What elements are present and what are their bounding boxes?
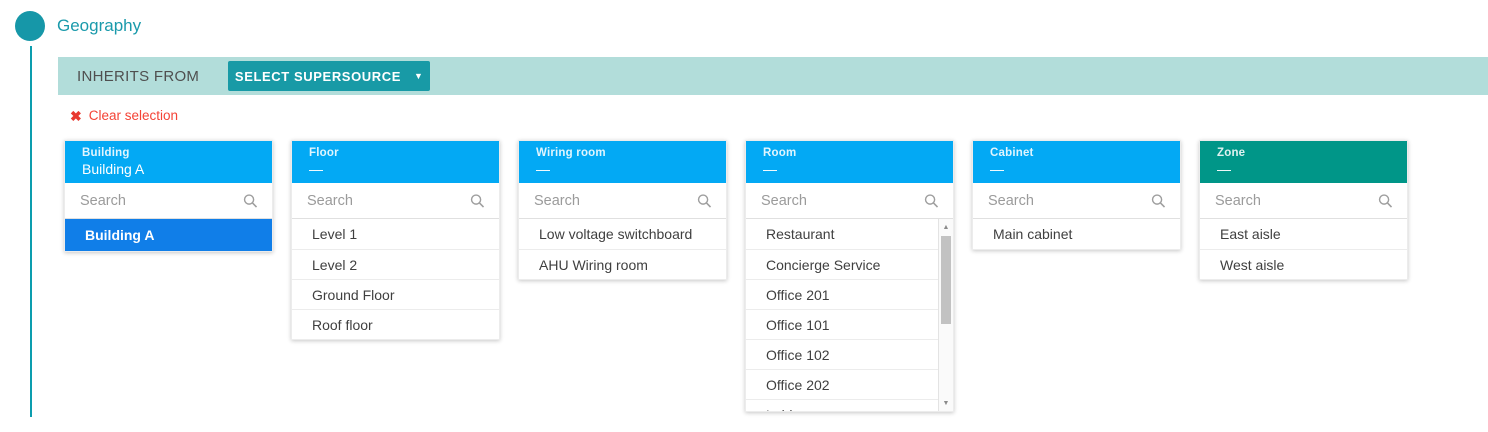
selector-column-floor: Floor — Level 1Level 2Ground FloorRoof flo… bbox=[291, 140, 500, 340]
list-item[interactable]: Lobby bbox=[746, 399, 953, 411]
column-selected-value: — bbox=[990, 161, 1170, 177]
select-supersource-label: SELECT SUPERSOURCE bbox=[235, 69, 401, 84]
list-item[interactable]: Building A bbox=[65, 219, 272, 251]
room-scrollbar[interactable]: ▲▼ bbox=[938, 219, 953, 411]
list-item[interactable]: Office 102 bbox=[746, 339, 953, 369]
search-row-floor bbox=[292, 183, 499, 219]
list-item[interactable]: Level 1 bbox=[292, 219, 499, 249]
selector-column-building: Building Building A Building A bbox=[64, 140, 273, 252]
list-item[interactable]: Level 2 bbox=[292, 249, 499, 279]
selector-column-wiring-room: Wiring room — Low voltage switchboardAHU W… bbox=[518, 140, 727, 280]
list-item[interactable]: East aisle bbox=[1200, 219, 1407, 249]
search-icon bbox=[696, 192, 713, 209]
search-input-building[interactable] bbox=[65, 183, 272, 218]
column-selected-value: — bbox=[536, 161, 716, 177]
section-vertical-rule bbox=[30, 46, 32, 417]
list-item[interactable]: Concierge Service bbox=[746, 249, 953, 279]
column-header-wiring-room: Wiring room — bbox=[519, 141, 726, 183]
item-list-wiring-room: Low voltage switchboardAHU Wiring room bbox=[519, 219, 726, 279]
search-input-floor[interactable] bbox=[292, 183, 499, 218]
column-title: Cabinet bbox=[990, 147, 1170, 159]
chevron-down-icon: ▼ bbox=[414, 72, 424, 81]
search-input-wiring-room[interactable] bbox=[519, 183, 726, 218]
selector-column-zone: Zone — East aisleWest aisle bbox=[1199, 140, 1408, 280]
list-item[interactable]: Roof floor bbox=[292, 309, 499, 339]
list-item[interactable]: Office 202 bbox=[746, 369, 953, 399]
search-row-room bbox=[746, 183, 953, 219]
item-list-zone: East aisleWest aisle bbox=[1200, 219, 1407, 279]
column-header-floor: Floor — bbox=[292, 141, 499, 183]
list-item[interactable]: Office 201 bbox=[746, 279, 953, 309]
clear-selection-link[interactable]: ✖ Clear selection bbox=[70, 108, 178, 123]
search-icon bbox=[1377, 192, 1394, 209]
column-selected-value: — bbox=[763, 161, 943, 177]
search-input-cabinet[interactable] bbox=[973, 183, 1180, 218]
search-row-cabinet bbox=[973, 183, 1180, 219]
clear-x-icon: ✖ bbox=[70, 109, 82, 123]
selector-column-room: Room—RestaurantConcierge ServiceOffice 2… bbox=[745, 140, 954, 412]
inherits-from-label: INHERITS FROM bbox=[77, 68, 199, 85]
list-item[interactable]: Restaurant bbox=[746, 219, 953, 249]
column-title: Building bbox=[82, 147, 262, 159]
list-item[interactable]: Main cabinet bbox=[973, 219, 1180, 249]
selector-column-cabinet: Cabinet — Main cabinet bbox=[972, 140, 1181, 250]
scroll-down-arrow[interactable]: ▼ bbox=[939, 396, 953, 410]
search-input-zone[interactable] bbox=[1200, 183, 1407, 218]
search-icon bbox=[469, 192, 486, 209]
search-row-zone bbox=[1200, 183, 1407, 219]
column-header-zone: Zone — bbox=[1200, 141, 1407, 183]
column-title: Room bbox=[763, 147, 943, 159]
column-selected-value: — bbox=[309, 161, 489, 177]
clear-selection-label: Clear selection bbox=[89, 108, 178, 123]
column-header-building: Building Building A bbox=[65, 141, 272, 183]
column-selected-value: — bbox=[1217, 161, 1397, 177]
column-selected-value: Building A bbox=[82, 161, 262, 177]
column-title: Zone bbox=[1217, 147, 1397, 159]
list-item[interactable]: AHU Wiring room bbox=[519, 249, 726, 279]
search-row-building bbox=[65, 183, 272, 219]
list-item[interactable]: Ground Floor bbox=[292, 279, 499, 309]
search-row-wiring-room bbox=[519, 183, 726, 219]
column-header-cabinet: Cabinet — bbox=[973, 141, 1180, 183]
list-item[interactable]: Office 101 bbox=[746, 309, 953, 339]
select-supersource-button[interactable]: SELECT SUPERSOURCE ▼ bbox=[228, 61, 430, 91]
search-input-room[interactable] bbox=[746, 183, 953, 218]
search-icon bbox=[923, 192, 940, 209]
column-title: Floor bbox=[309, 147, 489, 159]
inherits-from-bar: INHERITS FROM SELECT SUPERSOURCE ▼ bbox=[58, 57, 1488, 95]
page-title: Geography bbox=[57, 16, 141, 36]
column-title: Wiring room bbox=[536, 147, 716, 159]
item-list-building: Building A bbox=[65, 219, 272, 251]
app-logo-circle[interactable] bbox=[15, 11, 45, 41]
item-list-room: RestaurantConcierge ServiceOffice 201Off… bbox=[746, 219, 953, 411]
scroll-thumb[interactable] bbox=[941, 236, 951, 324]
item-list-floor: Level 1Level 2Ground FloorRoof floor bbox=[292, 219, 499, 339]
scroll-up-arrow[interactable]: ▲ bbox=[939, 220, 953, 234]
search-icon bbox=[242, 192, 259, 209]
list-item[interactable]: Low voltage switchboard bbox=[519, 219, 726, 249]
list-item[interactable]: West aisle bbox=[1200, 249, 1407, 279]
column-header-room: Room — bbox=[746, 141, 953, 183]
search-icon bbox=[1150, 192, 1167, 209]
selector-columns: Building Building A Building A Floor — Level … bbox=[64, 140, 1408, 412]
item-list-cabinet: Main cabinet bbox=[973, 219, 1180, 249]
